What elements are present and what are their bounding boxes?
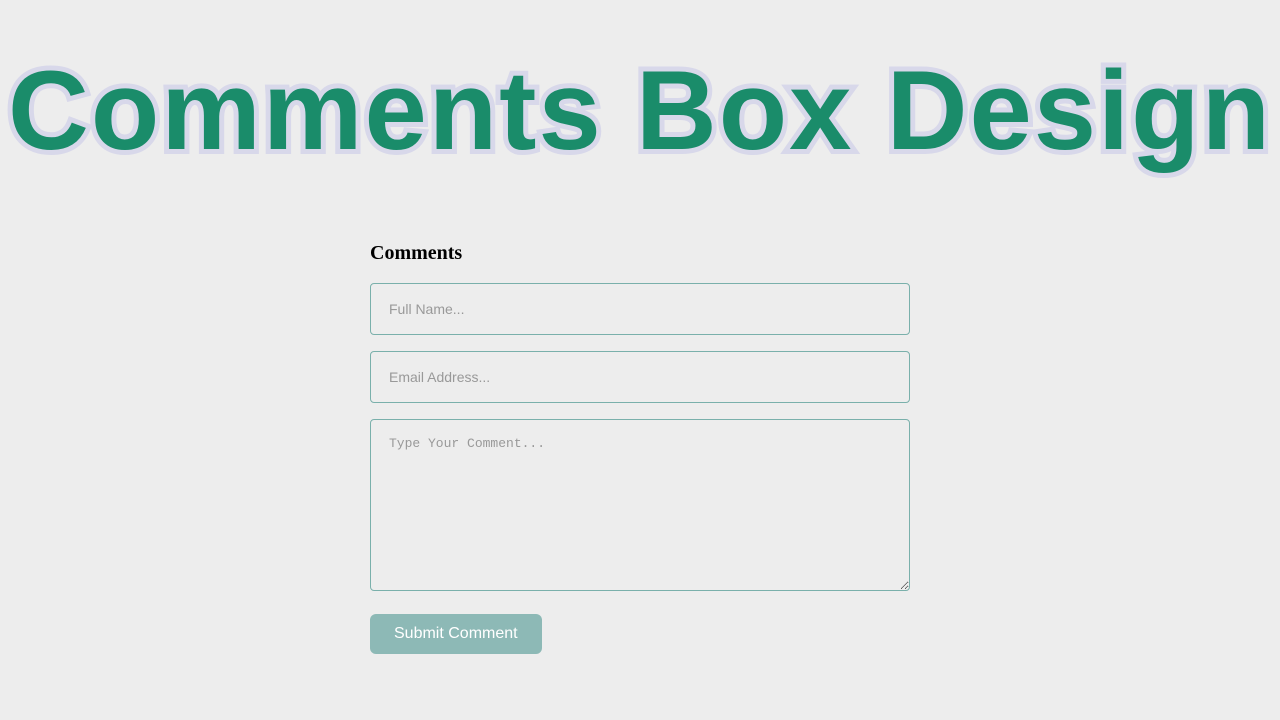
page-title: Comments Box Design (0, 55, 1280, 167)
form-heading: Comments (370, 242, 910, 265)
page-header: Comments Box Design (0, 0, 1280, 197)
fullname-input[interactable] (370, 283, 910, 335)
comment-textarea[interactable] (370, 419, 910, 591)
submit-comment-button[interactable]: Submit Comment (370, 614, 542, 654)
email-input[interactable] (370, 351, 910, 403)
comments-form: Comments Submit Comment (370, 242, 910, 654)
